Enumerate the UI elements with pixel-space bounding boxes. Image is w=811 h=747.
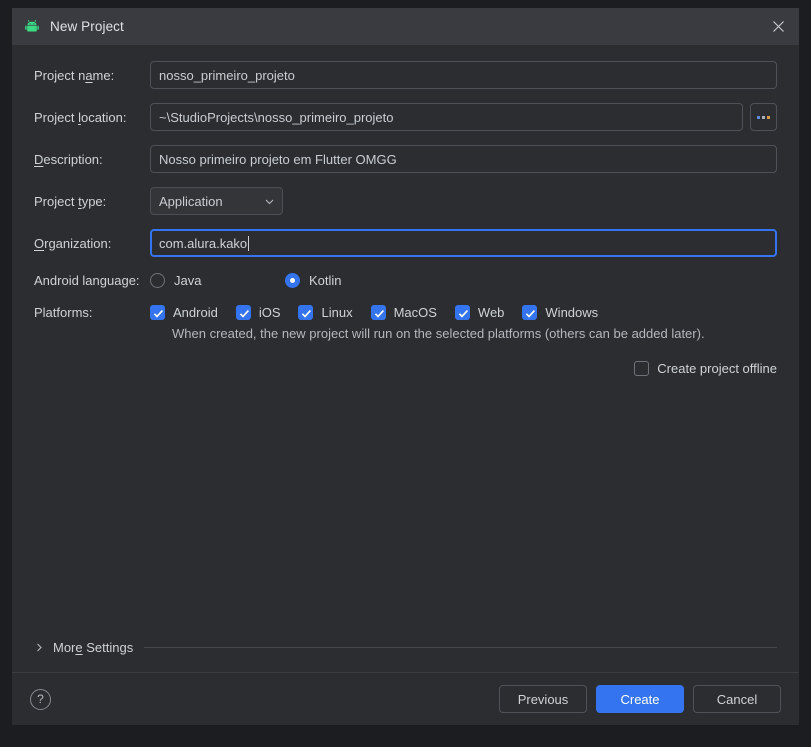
checkbox-macos[interactable] <box>370 305 386 320</box>
chevron-down-icon <box>265 199 274 204</box>
text-caret <box>248 235 250 251</box>
android-robot-icon <box>25 19 39 31</box>
checkbox-label-ios: iOS <box>258 305 281 320</box>
checkbox-ios[interactable] <box>235 305 251 320</box>
radio-label-java: Java <box>174 273 202 288</box>
checkbox-android[interactable] <box>150 305 165 320</box>
radio-java[interactable] <box>150 273 165 288</box>
question-mark-icon[interactable]: ? <box>30 688 51 710</box>
checkbox-item-android[interactable]: Android <box>150 305 218 320</box>
project-name-label: Project name: <box>34 67 115 83</box>
dialog-footer: ? Previous Create Cancel <box>12 672 799 725</box>
platforms-hint-text: When created, the new project will run o… <box>172 326 705 341</box>
checkbox-label-create-offline: Create project offline <box>657 361 777 376</box>
checkbox-item-web[interactable]: Web <box>454 305 505 320</box>
organization-input[interactable]: com.alura.kako <box>150 229 777 257</box>
more-settings-toggle[interactable]: More Settings <box>34 640 133 655</box>
checkbox-create-offline[interactable] <box>634 361 650 376</box>
field-row-project-location: Project location: ~\StudioProjects\nosso… <box>34 103 777 131</box>
previous-button[interactable]: Previous <box>499 685 587 713</box>
create-offline-row: Create project offline <box>34 361 777 376</box>
more-settings-label: More Settings <box>53 640 134 655</box>
footer-button-group: Previous Create Cancel <box>499 685 781 713</box>
radio-label-kotlin: Kotlin <box>309 273 342 288</box>
field-row-android-language: Android language: Java Kotlin <box>34 273 777 288</box>
checkbox-label-windows: Windows <box>545 305 599 320</box>
checkbox-item-create-offline[interactable]: Create project offline <box>634 361 777 376</box>
project-name-input[interactable]: nosso_primeiro_projeto <box>150 61 777 89</box>
platforms-label: Platforms: <box>34 305 93 320</box>
checkbox-item-windows[interactable]: Windows <box>522 305 598 320</box>
cancel-button[interactable]: Cancel <box>693 685 781 713</box>
project-location-label: Project location: <box>34 109 127 125</box>
radio-item-java[interactable]: Java <box>150 273 285 288</box>
organization-label: Organization: <box>34 235 112 251</box>
project-type-select[interactable]: Application <box>150 187 283 215</box>
field-row-platforms: Platforms: Android iOS Linux MacOS Web W… <box>34 305 777 320</box>
checkbox-label-android: Android <box>173 305 218 320</box>
checkbox-item-linux[interactable]: Linux <box>298 305 353 320</box>
description-input[interactable]: Nosso primeiro projeto em Flutter OMGG <box>150 145 777 173</box>
new-project-dialog: New Project Project name: nosso_primeiro… <box>12 8 799 725</box>
organization-value: com.alura.kako <box>159 235 248 251</box>
checkbox-windows[interactable] <box>522 305 538 320</box>
chevron-right-icon <box>37 643 42 652</box>
project-type-label: Project type: <box>34 193 107 209</box>
radio-kotlin[interactable] <box>285 273 300 288</box>
description-label: Description: <box>34 151 103 167</box>
platforms-checkbox-group: Android iOS Linux MacOS Web Windows <box>150 305 616 320</box>
android-language-label: Android language: <box>34 273 140 288</box>
field-row-organization: Organization: com.alura.kako <box>34 229 777 257</box>
field-row-project-name: Project name: nosso_primeiro_projeto <box>34 61 777 89</box>
project-location-input[interactable]: ~\StudioProjects\nosso_primeiro_projeto <box>150 103 743 131</box>
dialog-title: New Project <box>50 19 124 34</box>
field-row-description: Description: Nosso primeiro projeto em F… <box>34 145 777 173</box>
separator <box>144 647 777 648</box>
radio-item-kotlin[interactable]: Kotlin <box>285 273 342 288</box>
browse-folder-button[interactable] <box>749 103 777 131</box>
checkbox-item-ios[interactable]: iOS <box>235 305 281 320</box>
close-icon[interactable] <box>765 14 791 40</box>
project-type-value: Application <box>159 193 223 209</box>
checkbox-label-web: Web <box>477 305 505 320</box>
ellipsis-icon <box>756 115 770 119</box>
checkbox-label-linux: Linux <box>321 305 353 320</box>
checkbox-linux[interactable] <box>298 305 314 320</box>
field-row-project-type: Project type: Application <box>34 187 777 215</box>
more-settings-row: More Settings <box>34 640 777 655</box>
checkbox-label-macos: MacOS <box>393 305 437 320</box>
checkbox-item-macos[interactable]: MacOS <box>370 305 437 320</box>
dialog-titlebar: New Project <box>12 8 799 45</box>
dialog-body: Project name: nosso_primeiro_projeto Pro… <box>12 45 799 672</box>
android-language-radio-group: Java Kotlin <box>150 273 342 288</box>
checkbox-web[interactable] <box>454 305 470 320</box>
create-button[interactable]: Create <box>596 685 684 713</box>
